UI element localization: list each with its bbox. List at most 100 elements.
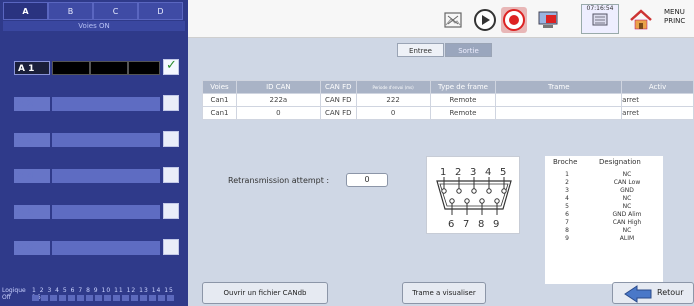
pin-row: 1 NC <box>565 171 632 178</box>
channel-checkbox[interactable] <box>163 95 179 111</box>
table-cell: 0 <box>235 106 321 120</box>
save-button[interactable] <box>535 7 561 33</box>
db9-connector-diagram: 1 2 3 4 5 6 7 8 9 <box>426 156 520 234</box>
channel-label: A 6 <box>14 241 50 255</box>
io-toggle: Entree Sortie <box>397 43 493 57</box>
broche-header: Broche <box>553 158 578 166</box>
channel-label: A 5 <box>14 205 50 219</box>
channel-segment <box>90 205 128 219</box>
clock-time: 07:16:54 <box>586 5 614 12</box>
record-icon <box>503 9 525 31</box>
table-row[interactable]: Can1 222a CAN FD 222 Remote arret <box>202 93 694 107</box>
channel-segment <box>52 61 90 75</box>
table-cell: CAN FD <box>319 106 357 120</box>
table-cell: arret <box>621 106 694 120</box>
pin-row: 9 ALIM <box>565 235 635 242</box>
pin-number: 4 <box>485 167 491 178</box>
channel-segment <box>128 205 160 219</box>
table-cell <box>495 106 623 120</box>
clock-display[interactable]: 07:16:54 <box>581 4 619 34</box>
table-cell: CAN FD <box>319 93 357 107</box>
frame-table: Voies ID CAN CAN FD Periode d'envoi (ms)… <box>202 80 694 120</box>
screenshot-button[interactable] <box>440 7 466 33</box>
record-button[interactable] <box>501 7 527 33</box>
pin-number: 8 <box>478 219 484 230</box>
pin-number: 5 <box>500 167 506 178</box>
channel-segment <box>52 97 90 111</box>
channel-segment <box>90 241 128 255</box>
table-cell: 222 <box>355 93 431 107</box>
retour-button[interactable]: Retour <box>612 282 694 304</box>
tab-channel-d[interactable]: D <box>138 2 183 20</box>
channel-row[interactable]: A 3 <box>14 130 184 150</box>
table-cell: arret <box>621 93 694 107</box>
pin-row: 3 GND <box>565 187 634 194</box>
channel-segment <box>90 61 128 75</box>
table-row[interactable]: Can1 0 CAN FD 0 Remote arret <box>202 106 694 120</box>
table-cell: 222a <box>235 93 321 107</box>
col-header: Voies <box>202 80 237 94</box>
channel-segment <box>52 133 90 147</box>
table-cell: Can1 <box>202 93 237 107</box>
col-header: Activ <box>621 80 694 94</box>
table-cell: Remote <box>429 93 497 107</box>
trame-visualiser-button[interactable]: Trame a visualiser <box>402 282 486 304</box>
pin-designation-table: Broche Designation 1 NC 2 CAN Low 3 GND 4 NC… <box>545 156 663 284</box>
col-header: Periode d'envoi (ms) <box>355 80 431 94</box>
pin-row: 4 NC <box>565 195 632 202</box>
logique-bits <box>32 295 182 301</box>
channel-checkbox[interactable] <box>163 239 179 255</box>
main-panel: Entree Sortie Voies ID CAN CAN FD Period… <box>188 38 694 306</box>
col-header: Type de frame <box>429 80 497 94</box>
pin-number: 3 <box>470 167 476 178</box>
pin-row: 8 NC <box>565 227 632 234</box>
channel-row[interactable]: A 4 <box>14 166 184 186</box>
logique-label: Logique Off <box>2 287 26 301</box>
channel-segment <box>128 97 160 111</box>
channel-segment <box>128 61 160 75</box>
tab-channel-c[interactable]: C <box>93 2 138 20</box>
retour-label: Retour <box>657 288 684 297</box>
menu-principal-label[interactable]: MENU PRINC <box>664 8 694 26</box>
logique-bar: Logique Off 1 2 3 4 5 6 7 8 9 10 11 12 13… <box>2 286 186 304</box>
channel-label: A 2 <box>14 97 50 111</box>
channel-checkbox[interactable]: ✓ <box>163 58 179 75</box>
col-header: ID CAN <box>235 80 321 94</box>
play-button[interactable] <box>472 7 498 33</box>
tab-channel-b[interactable]: B <box>48 2 93 20</box>
channel-row[interactable]: A 1 ✓ <box>14 58 184 78</box>
col-header: CAN FD <box>319 80 357 94</box>
channel-row[interactable]: A 2 <box>14 94 184 114</box>
tab-channel-a[interactable]: A <box>3 2 48 20</box>
monitor-save-icon <box>538 11 558 28</box>
channel-checkbox[interactable] <box>163 203 179 219</box>
channel-segment <box>52 169 90 183</box>
channel-checkbox[interactable] <box>163 131 179 147</box>
channel-checkbox[interactable] <box>163 167 179 183</box>
table-cell: Remote <box>429 106 497 120</box>
pin-number: 1 <box>440 167 446 178</box>
pin-row: 5 NC <box>565 203 632 210</box>
image-icon <box>444 12 462 28</box>
channel-row[interactable]: A 6 <box>14 238 184 258</box>
channel-tabs: A B C D Voies ON <box>3 2 185 31</box>
pin-row: 6 GND Alim <box>565 211 642 218</box>
table-cell: Can1 <box>202 106 237 120</box>
retransmission-input[interactable]: 0 <box>346 173 388 187</box>
pin-number: 9 <box>493 219 499 230</box>
open-candb-button[interactable]: Ouvrir un fichier CANdb <box>202 282 328 304</box>
sortie-button[interactable]: Sortie <box>445 43 492 57</box>
home-button[interactable] <box>628 7 654 33</box>
table-header-row: Voies ID CAN CAN FD Periode d'envoi (ms)… <box>202 80 694 94</box>
retransmission-label: Retransmission attempt : <box>228 176 330 185</box>
channel-label: A 1 <box>14 61 50 75</box>
entree-button[interactable]: Entree <box>397 43 444 57</box>
table-cell <box>495 93 623 107</box>
channel-row[interactable]: A 5 <box>14 202 184 222</box>
pin-number: 2 <box>455 167 461 178</box>
pin-number: 6 <box>448 219 454 230</box>
home-icon <box>630 9 652 30</box>
channel-segment <box>128 169 160 183</box>
play-icon <box>474 9 496 31</box>
pin-number: 7 <box>463 219 469 230</box>
